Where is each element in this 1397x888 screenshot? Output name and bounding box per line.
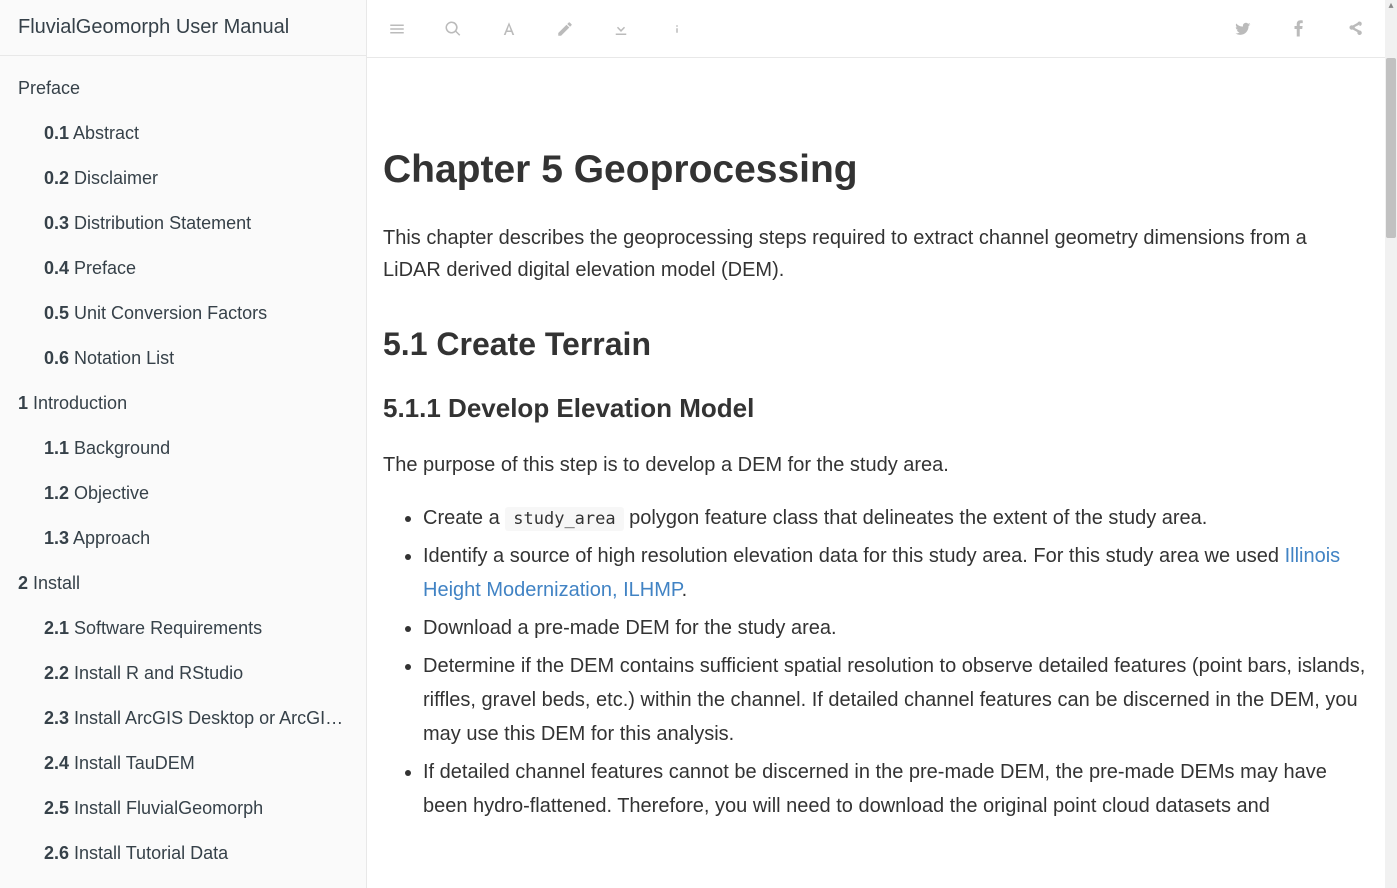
nav-item[interactable]: 0.2 Disclaimer (0, 156, 366, 201)
nav-item[interactable]: 1 Introduction (0, 381, 366, 426)
subsection-intro: The purpose of this step is to develop a… (383, 449, 1369, 481)
nav-item[interactable]: 0.4 Preface (0, 246, 366, 291)
chapter-intro: This chapter describes the geoprocessing… (383, 222, 1369, 286)
nav-item[interactable]: 0.1 Abstract (0, 111, 366, 156)
chapter-title: Chapter 5 Geoprocessing (383, 148, 1369, 192)
twitter-icon[interactable] (1233, 19, 1253, 39)
list-item: Identify a source of high resolution ele… (423, 539, 1369, 607)
nav-item[interactable]: Preface (0, 66, 366, 111)
nav-item[interactable]: 2.4 Install TauDEM (0, 741, 366, 786)
list-item: Create a study_area polygon feature clas… (423, 501, 1369, 535)
nav-item[interactable]: 0.5 Unit Conversion Factors (0, 291, 366, 336)
toc-icon[interactable] (387, 19, 407, 39)
share-icon[interactable] (1345, 19, 1365, 39)
list-item: Download a pre-made DEM for the study ar… (423, 611, 1369, 645)
nav-item[interactable]: 1.1 Background (0, 426, 366, 471)
section-title: 5.1 Create Terrain (383, 326, 1369, 363)
search-icon[interactable] (443, 19, 463, 39)
nav-item[interactable]: 2.2 Install R and RStudio (0, 651, 366, 696)
nav-item[interactable]: 2.3 Install ArcGIS Desktop or ArcGIS Pro (0, 696, 366, 741)
list-item: If detailed channel features cannot be d… (423, 755, 1369, 823)
toolbar (367, 0, 1385, 58)
scroll-up-icon[interactable]: ▴ (1385, 0, 1397, 12)
list-item: Determine if the DEM contains sufficient… (423, 649, 1369, 751)
nav-item[interactable]: 2 Install (0, 561, 366, 606)
sidebar: FluvialGeomorph User Manual Preface0.1 A… (0, 0, 367, 888)
font-icon[interactable] (499, 19, 519, 39)
nav-item[interactable]: 0.6 Notation List (0, 336, 366, 381)
nav-item[interactable]: 1.2 Objective (0, 471, 366, 516)
scrollbar[interactable]: ▴ (1385, 0, 1397, 888)
nav-item[interactable]: 2.1 Software Requirements (0, 606, 366, 651)
nav-item[interactable]: 2.6 Install Tutorial Data (0, 831, 366, 876)
nav-item[interactable]: 0.3 Distribution Statement (0, 201, 366, 246)
edit-icon[interactable] (555, 19, 575, 39)
inline-code: study_area (505, 507, 623, 531)
download-icon[interactable] (611, 19, 631, 39)
main-content: Chapter 5 Geoprocessing This chapter des… (367, 58, 1385, 888)
nav-item[interactable]: 1.3 Approach (0, 516, 366, 561)
facebook-icon[interactable] (1289, 19, 1309, 39)
subsection-title: 5.1.1 Develop Elevation Model (383, 393, 1369, 424)
sidebar-nav: Preface0.1 Abstract0.2 Disclaimer0.3 Dis… (0, 56, 366, 886)
step-list: Create a study_area polygon feature clas… (423, 501, 1369, 823)
sidebar-title[interactable]: FluvialGeomorph User Manual (0, 0, 366, 56)
info-icon[interactable] (667, 19, 687, 39)
scrollbar-thumb[interactable] (1386, 58, 1396, 238)
nav-item[interactable]: 2.5 Install FluvialGeomorph (0, 786, 366, 831)
